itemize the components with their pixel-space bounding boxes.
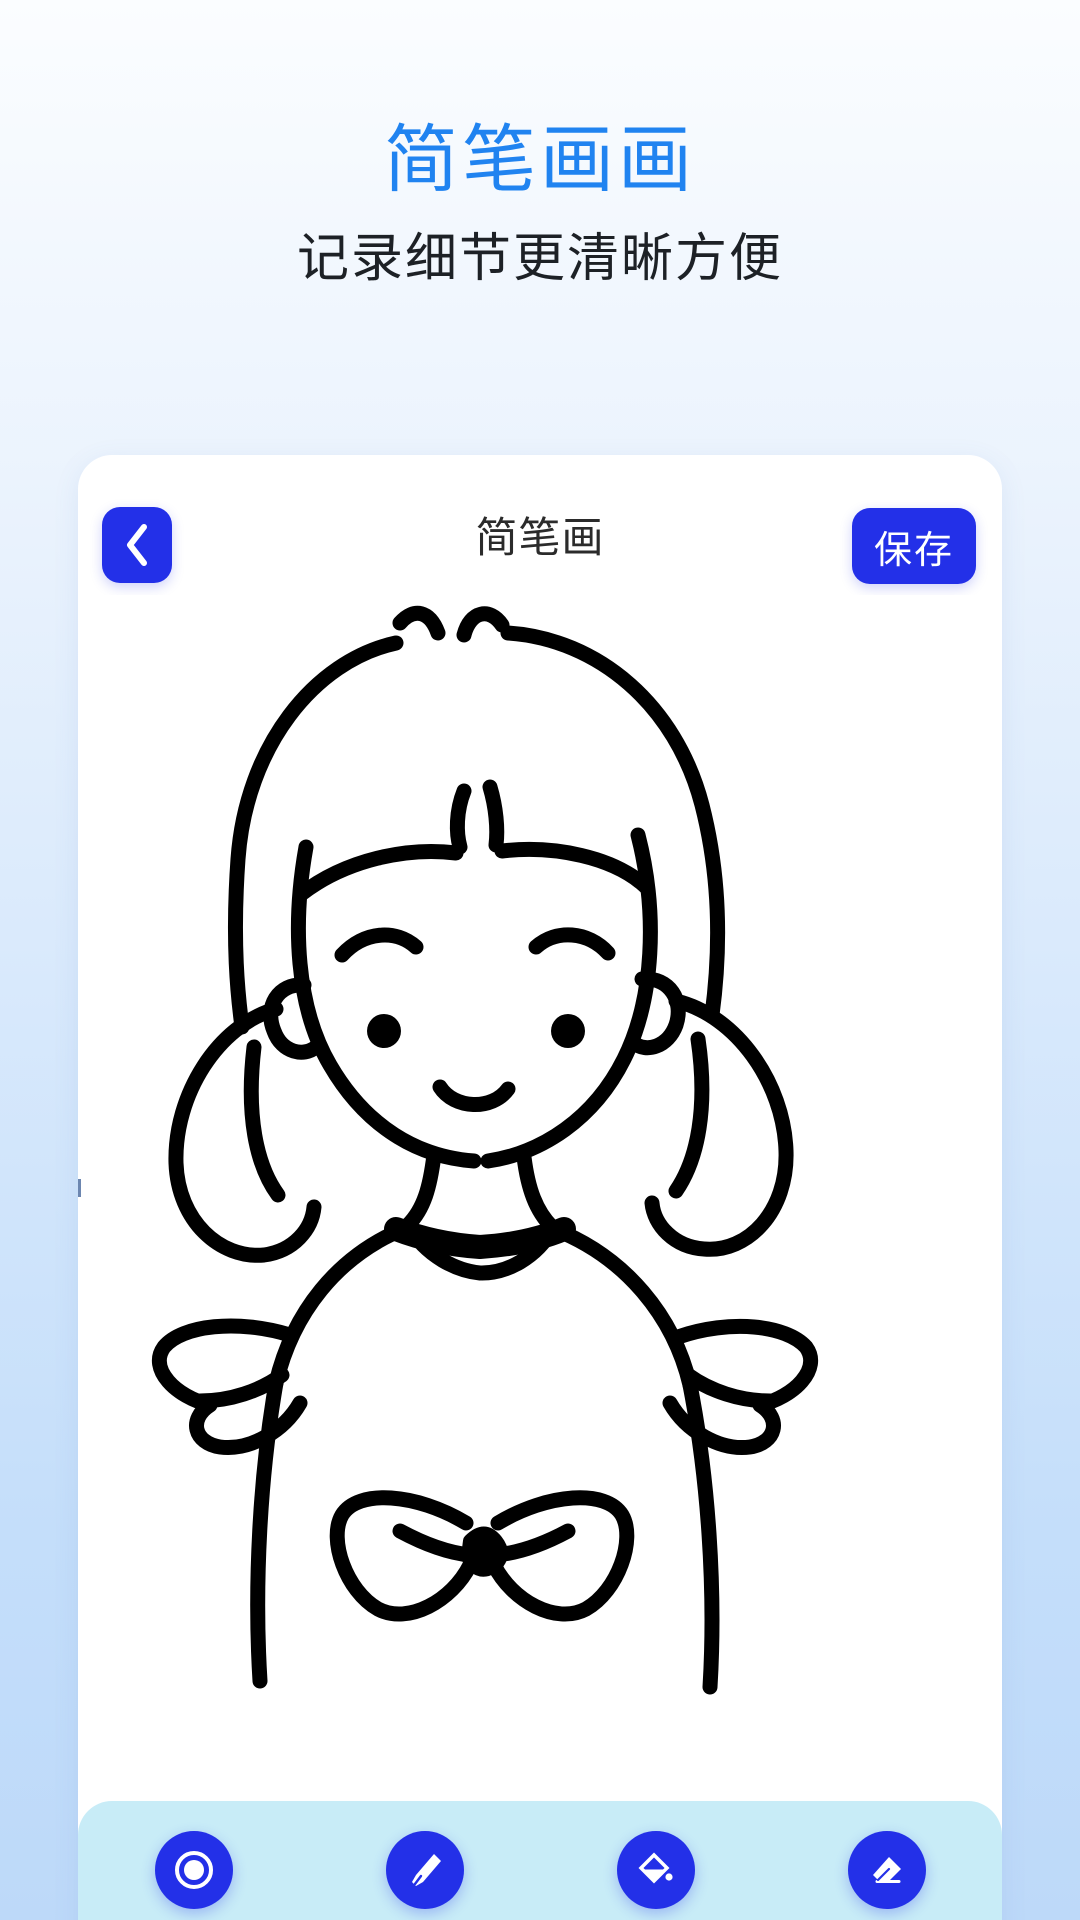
app-header: 简笔画 保存 bbox=[78, 455, 1002, 595]
pen-nib-icon bbox=[385, 1831, 464, 1909]
tool-eraser[interactable]: 橡皮擦 bbox=[787, 1831, 987, 1920]
card-edge-marker bbox=[78, 1179, 81, 1197]
brush-size-circle-icon bbox=[154, 1831, 233, 1909]
tool-toolbar: 画笔大小 画笔颜色 bbox=[78, 1801, 1002, 1920]
drawing-canvas[interactable] bbox=[78, 595, 1002, 1825]
tool-background-color[interactable]: 背景颜色 bbox=[556, 1831, 756, 1920]
save-button[interactable]: 保存 bbox=[852, 508, 976, 584]
paint-bucket-icon bbox=[616, 1831, 695, 1909]
eraser-icon bbox=[847, 1831, 926, 1909]
tool-brush-size[interactable]: 画笔大小 bbox=[94, 1831, 294, 1920]
app-screenshot-card: 简笔画 保存 bbox=[78, 455, 1002, 1920]
tool-brush-color[interactable]: 画笔颜色 bbox=[325, 1831, 525, 1920]
promo-screen: 简笔画画 记录细节更清晰方便 简笔画 保存 bbox=[0, 0, 1080, 1920]
stick-figure-girl-drawing bbox=[151, 605, 819, 1695]
promo-title: 简笔画画 bbox=[384, 120, 696, 202]
promo-subtitle: 记录细节更清晰方便 bbox=[296, 230, 783, 288]
promo-header: 简笔画画 记录细节更清晰方便 bbox=[0, 0, 1080, 287]
